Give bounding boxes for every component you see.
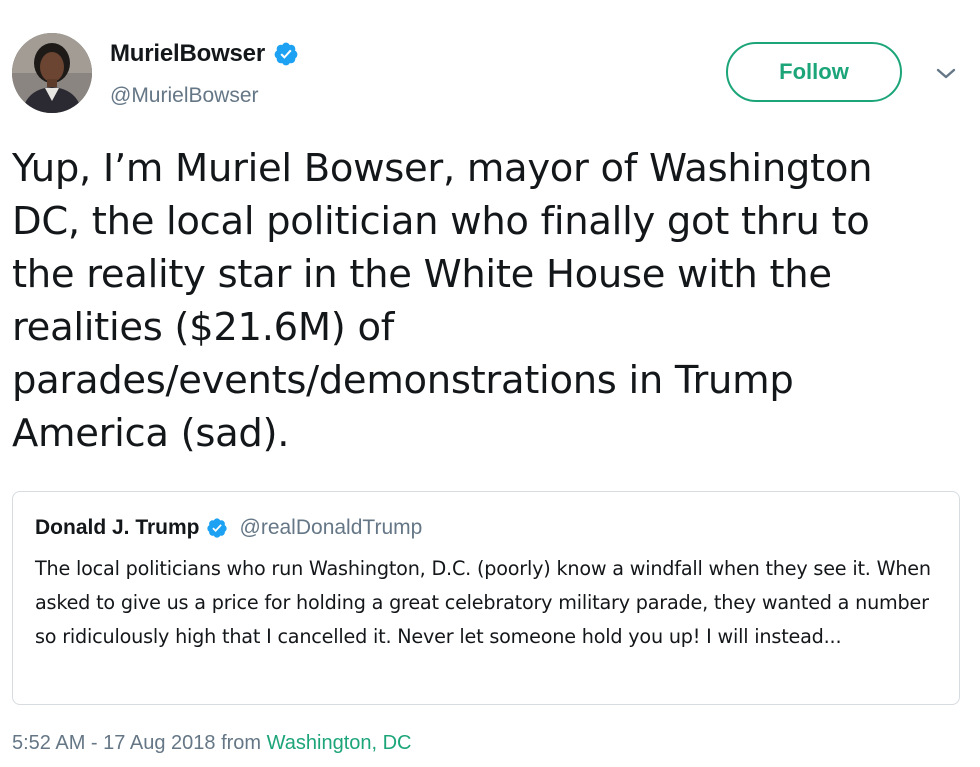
tweet-card: MurielBowser @MurielBowser Follow Yup, I… <box>0 0 980 767</box>
author-handle[interactable]: @MurielBowser <box>110 84 259 108</box>
quoted-tweet-card[interactable]: Donald J. Trump @realDonaldTrump The loc… <box>12 491 960 705</box>
quoted-tweet-header: Donald J. Trump @realDonaldTrump <box>35 516 422 540</box>
location-link[interactable]: Washington, DC <box>267 732 412 754</box>
avatar[interactable] <box>12 33 92 113</box>
author-display-name[interactable]: MurielBowser <box>110 40 265 68</box>
from-label: from <box>221 732 262 754</box>
quoted-author-handle: @realDonaldTrump <box>239 516 423 539</box>
tweet-metadata: 5:52 AM - 17 Aug 2018 from Washington, D… <box>12 732 412 755</box>
follow-button[interactable]: Follow <box>726 42 902 102</box>
profile-photo <box>12 33 92 113</box>
quoted-author-name: Donald J. Trump <box>35 516 200 539</box>
chevron-down-icon[interactable] <box>934 66 958 82</box>
verified-badge-icon <box>206 517 228 539</box>
verified-badge-icon <box>273 41 299 67</box>
tweet-text: Yup, I’m Muriel Bowser, mayor of Washing… <box>12 146 873 456</box>
quoted-tweet-text: The local politicians who run Washington… <box>35 557 931 648</box>
author-name-row[interactable]: MurielBowser <box>110 40 299 68</box>
tweet-timestamp[interactable]: 5:52 AM - 17 Aug 2018 <box>12 732 216 754</box>
